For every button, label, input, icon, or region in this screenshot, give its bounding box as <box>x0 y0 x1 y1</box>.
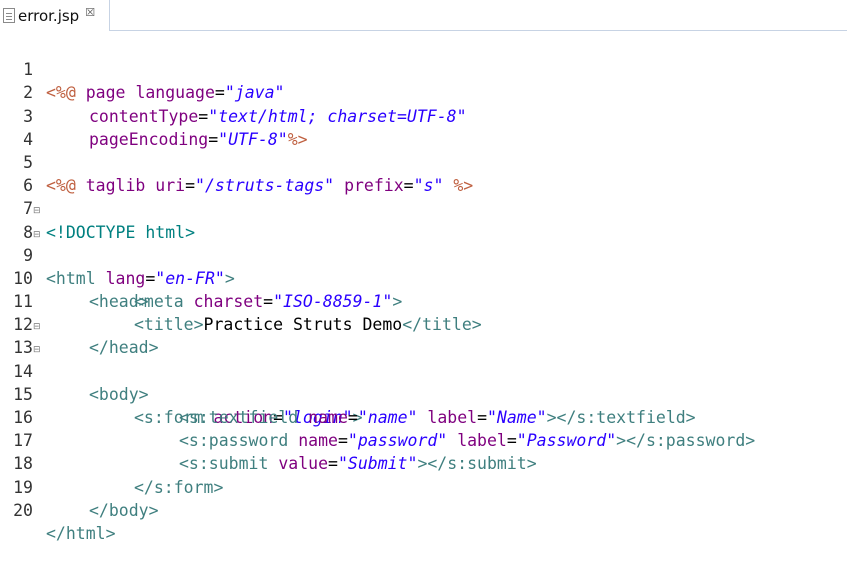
code-line: 17 <s:submit value="Submit"></s:submit> <box>0 406 847 473</box>
tab-label: error.jsp <box>18 6 80 25</box>
html-tag: </html> <box>46 523 116 543</box>
code-line: 20 </html> <box>0 476 847 543</box>
code-editor[interactable]: 1 <%@ page language="java" 2 contentType… <box>0 31 847 543</box>
code-line: 1 <%@ page language="java" <box>0 35 847 102</box>
code-line: 16 <s:password name="password" label="Pa… <box>0 383 847 450</box>
code-line: 15 <s:textfield name="name" label="Name"… <box>0 360 847 427</box>
code-line: 12 </head> <box>0 290 847 357</box>
code-line: 4 <box>0 105 847 149</box>
code-line: 10 <meta charset="ISO-8859-1"> <box>0 244 847 311</box>
file-icon <box>3 8 15 23</box>
code-line: 7 <!DOCTYPE html> <box>0 174 847 241</box>
code-line: 18 </s:form> <box>0 429 847 496</box>
editor-tab-bar: error.jsp ☒ <box>0 0 847 31</box>
code-line: 8 ⊟ <html lang="en-FR"> <box>0 197 847 288</box>
line-number: 20 <box>13 500 33 520</box>
code-line: 19 </body> <box>0 452 847 520</box>
tab-error-jsp[interactable]: error.jsp ☒ <box>0 0 110 31</box>
code-line: 5 <%@ taglib uri="/struts-tags" prefix="… <box>0 128 847 195</box>
code-line: 11 <title>Practice Struts Demo</title> <box>0 267 847 334</box>
code-line: 13 ⊟ <body> <box>0 313 847 404</box>
code-line: 14 ⊟ <s:form action="login"> <box>0 336 847 427</box>
html-tag: </body> <box>89 500 159 520</box>
close-icon[interactable]: ☒ <box>85 6 95 19</box>
code-line: 3 pageEncoding="UTF-8"%> <box>0 81 847 149</box>
code-line: 2 contentType="text/html; charset=UTF-8" <box>0 58 847 125</box>
code-line: 9 ⊟ <head> <box>0 221 847 312</box>
code-line: 6 <box>0 151 847 195</box>
